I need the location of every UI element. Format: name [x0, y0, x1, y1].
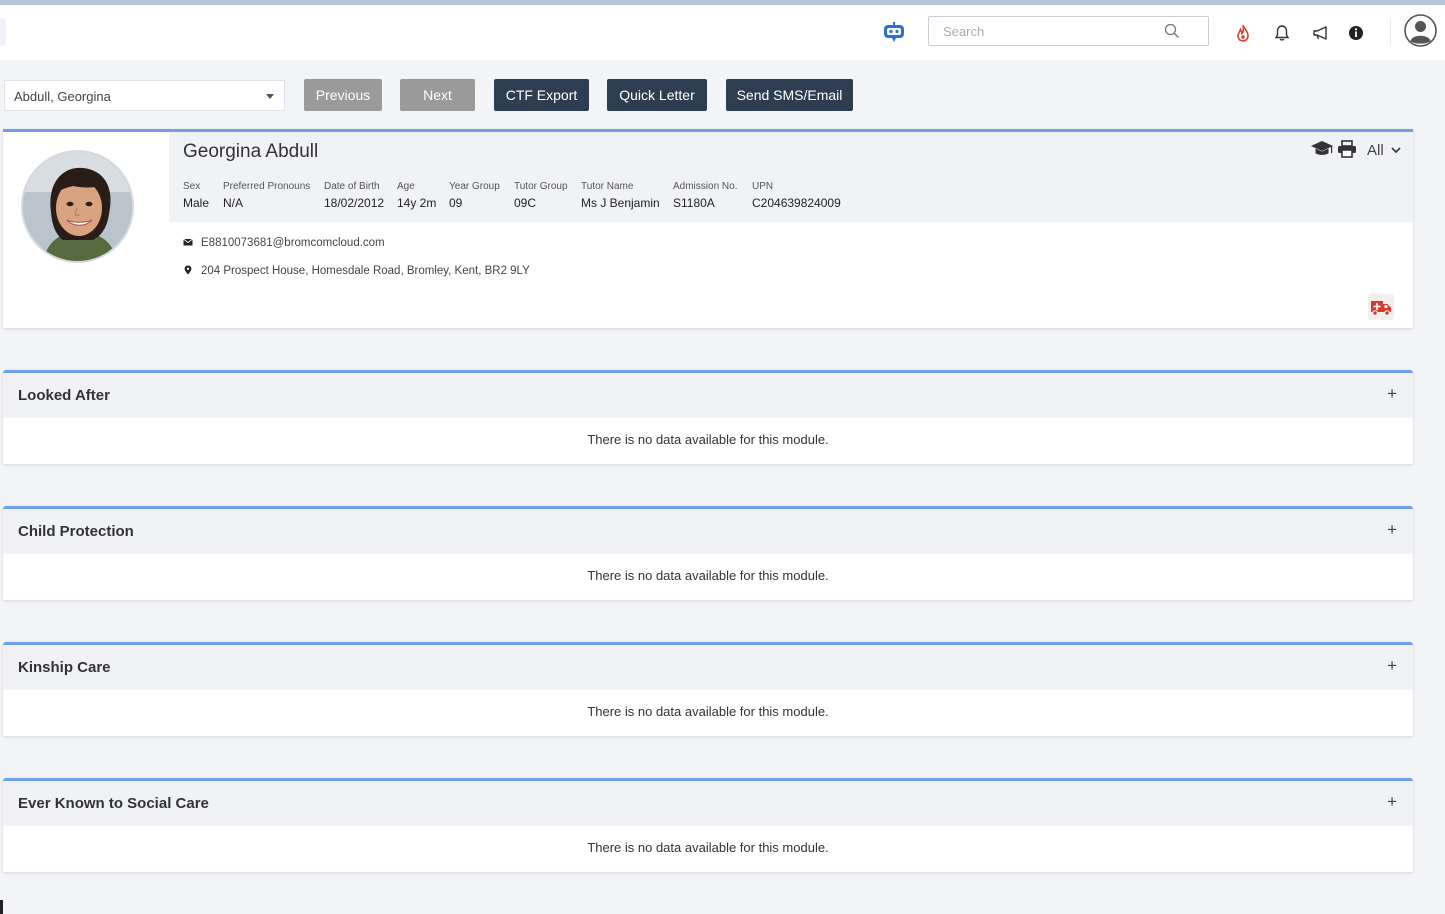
field-label-tutor-name: Tutor Name [581, 181, 634, 192]
module-header: Kinship Care + [3, 645, 1413, 690]
expand-plus-icon[interactable]: + [1387, 656, 1397, 676]
header-divider [1390, 19, 1391, 45]
module-title: Looked After [18, 387, 110, 404]
send-sms-email-button[interactable]: Send SMS/Email [726, 79, 853, 111]
field-value-tutor-group: 09C [514, 196, 537, 210]
expand-plus-icon[interactable]: + [1387, 384, 1397, 404]
student-profile-card: Georgina Abdull Sex Male Preferred Prono… [3, 129, 1413, 328]
module-empty-message: There is no data available for this modu… [587, 704, 829, 719]
student-photo [21, 150, 134, 263]
envelope-icon [183, 238, 193, 246]
field-value-upn: C204639824009 [752, 196, 841, 210]
map-pin-icon [184, 265, 192, 275]
field-label-sex: Sex [183, 181, 201, 192]
field-label-pronouns: Preferred Pronouns [223, 181, 311, 192]
ambulance-icon[interactable] [1368, 294, 1394, 320]
view-filter-dropdown[interactable]: All [1367, 142, 1401, 159]
megaphone-icon[interactable] [1311, 23, 1331, 43]
module-child-protection: Child Protection + There is no data avai… [3, 506, 1413, 600]
module-header: Ever Known to Social Care + [3, 781, 1413, 826]
field-label-tutor-group: Tutor Group [514, 181, 568, 192]
module-ever-known-to-social-care: Ever Known to Social Care + There is no … [3, 778, 1413, 872]
module-looked-after: Looked After + There is no data availabl… [3, 370, 1413, 464]
field-label-upn: UPN [752, 181, 774, 192]
graduation-cap-icon[interactable] [1310, 140, 1334, 158]
sidebar-toggle[interactable] [0, 18, 6, 46]
chevron-down-icon [266, 94, 274, 99]
field-label-admission-no: Admission No. [673, 181, 738, 192]
module-empty-message: There is no data available for this modu… [587, 568, 829, 583]
module-empty-message: There is no data available for this modu… [587, 432, 829, 447]
assistant-bot-icon[interactable] [882, 21, 906, 43]
field-value-dob: 18/02/2012 [324, 196, 385, 210]
field-value-tutor-name: Ms J Benjamin [581, 196, 660, 210]
search-input[interactable] [943, 17, 1173, 45]
bell-icon[interactable] [1272, 23, 1292, 43]
module-empty-message: There is no data available for this modu… [587, 840, 829, 855]
field-value-pronouns: N/A [223, 196, 244, 210]
student-selector[interactable]: Abdull, Georgina [4, 80, 285, 111]
module-header: Child Protection + [3, 509, 1413, 554]
view-filter-value: All [1367, 142, 1384, 159]
previous-button[interactable]: Previous [304, 79, 382, 111]
student-selector-value: Abdull, Georgina [14, 89, 111, 104]
student-photo-image [23, 152, 132, 261]
chevron-down-icon [1391, 147, 1401, 154]
field-value-admission-no: S1180A [673, 196, 715, 210]
student-email[interactable]: E8810073681@bromcomcloud.com [201, 237, 385, 249]
module-kinship-care: Kinship Care + There is no data availabl… [3, 642, 1413, 736]
field-value-sex: Male [183, 196, 210, 210]
ctf-export-button[interactable]: CTF Export [494, 79, 589, 111]
field-label-year-group: Year Group [449, 181, 500, 192]
flame-icon[interactable] [1233, 23, 1253, 43]
info-icon[interactable] [1346, 23, 1366, 43]
student-address: 204 Prospect House, Homesdale Road, Brom… [201, 265, 530, 277]
scroll-edge-marker [0, 900, 3, 914]
email-line: E8810073681@bromcomcloud.com [183, 237, 385, 249]
field-value-age: 14y 2m [397, 196, 437, 210]
module-title: Kinship Care [18, 659, 111, 676]
field-label-dob: Date of Birth [324, 181, 380, 192]
address-line: 204 Prospect House, Homesdale Road, Brom… [183, 265, 530, 277]
expand-plus-icon[interactable]: + [1387, 792, 1397, 812]
student-name: Georgina Abdull [183, 141, 319, 162]
quick-letter-button[interactable]: Quick Letter [607, 79, 707, 111]
module-title: Child Protection [18, 523, 134, 540]
printer-icon[interactable] [1337, 140, 1357, 158]
module-header: Looked After + [3, 373, 1413, 418]
module-title: Ever Known to Social Care [18, 795, 209, 812]
next-button[interactable]: Next [400, 79, 475, 111]
global-search [928, 16, 1209, 46]
user-avatar-icon[interactable] [1404, 14, 1437, 47]
expand-plus-icon[interactable]: + [1387, 520, 1397, 540]
search-icon[interactable] [1164, 23, 1180, 39]
field-value-year-group: 09 [449, 196, 463, 210]
field-label-age: Age [397, 181, 415, 192]
top-header [0, 5, 1445, 60]
